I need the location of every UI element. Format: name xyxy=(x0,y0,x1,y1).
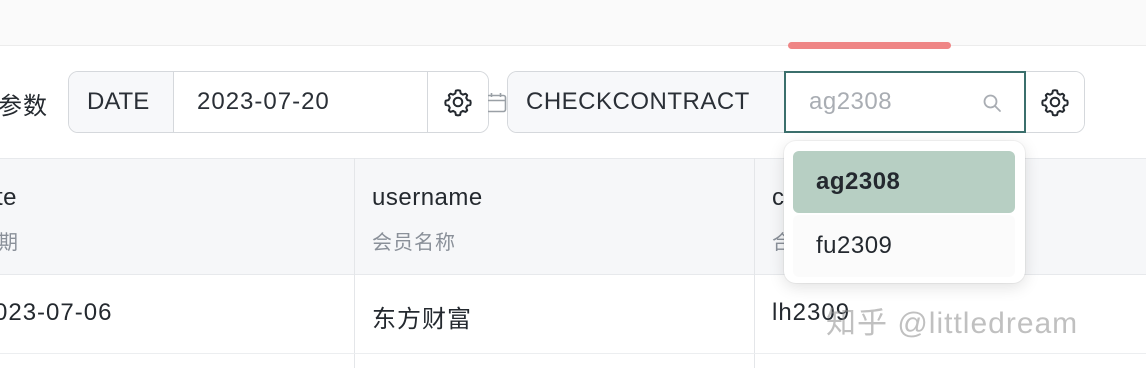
date-settings-button[interactable] xyxy=(427,72,488,132)
contract-addon-label: CHECKCONTRACT xyxy=(508,72,785,132)
column-header-contract[interactable]: c xyxy=(772,184,785,212)
column-divider xyxy=(754,158,755,368)
watermark: 知乎 @littledream xyxy=(826,307,1079,340)
dropdown-option-fu2309[interactable]: fu2309 xyxy=(793,215,1015,277)
top-tab-strip xyxy=(0,0,1146,46)
gear-icon xyxy=(444,89,472,117)
contract-search-input[interactable]: ag2308 xyxy=(784,71,1026,133)
contract-input-placeholder: ag2308 xyxy=(809,88,893,115)
date-input-value: 2023-07-20 xyxy=(197,88,330,115)
column-subtitle-username: 会员名称 xyxy=(372,232,456,254)
gear-icon xyxy=(1041,89,1069,117)
page: 参数 DATE 2023-07-20 CHECKCONTRACT ag2308 xyxy=(0,0,1146,368)
calendar-icon[interactable] xyxy=(485,92,507,113)
row-divider xyxy=(0,353,1146,354)
date-input[interactable]: 2023-07-20 xyxy=(175,72,507,132)
search-icon[interactable] xyxy=(982,93,1002,113)
date-filter-group: DATE 2023-07-20 xyxy=(68,71,507,133)
table-cell-date: 023-07-06 xyxy=(0,299,113,326)
contract-dropdown: ag2308 fu2309 xyxy=(784,141,1025,283)
params-label: 参数 xyxy=(0,93,48,120)
column-subtitle-date: 期 xyxy=(0,232,19,254)
column-divider xyxy=(354,158,355,368)
contract-filter-group: CHECKCONTRACT ag2308 xyxy=(507,71,1085,133)
table-cell-username: 东方财富 xyxy=(372,306,472,333)
date-addon-label: DATE xyxy=(69,72,174,132)
column-header-date[interactable]: te xyxy=(0,184,17,212)
dropdown-option-ag2308[interactable]: ag2308 xyxy=(793,151,1015,213)
active-tab-indicator xyxy=(788,42,951,49)
column-header-username[interactable]: username xyxy=(372,184,483,212)
contract-settings-button[interactable] xyxy=(1026,72,1084,132)
